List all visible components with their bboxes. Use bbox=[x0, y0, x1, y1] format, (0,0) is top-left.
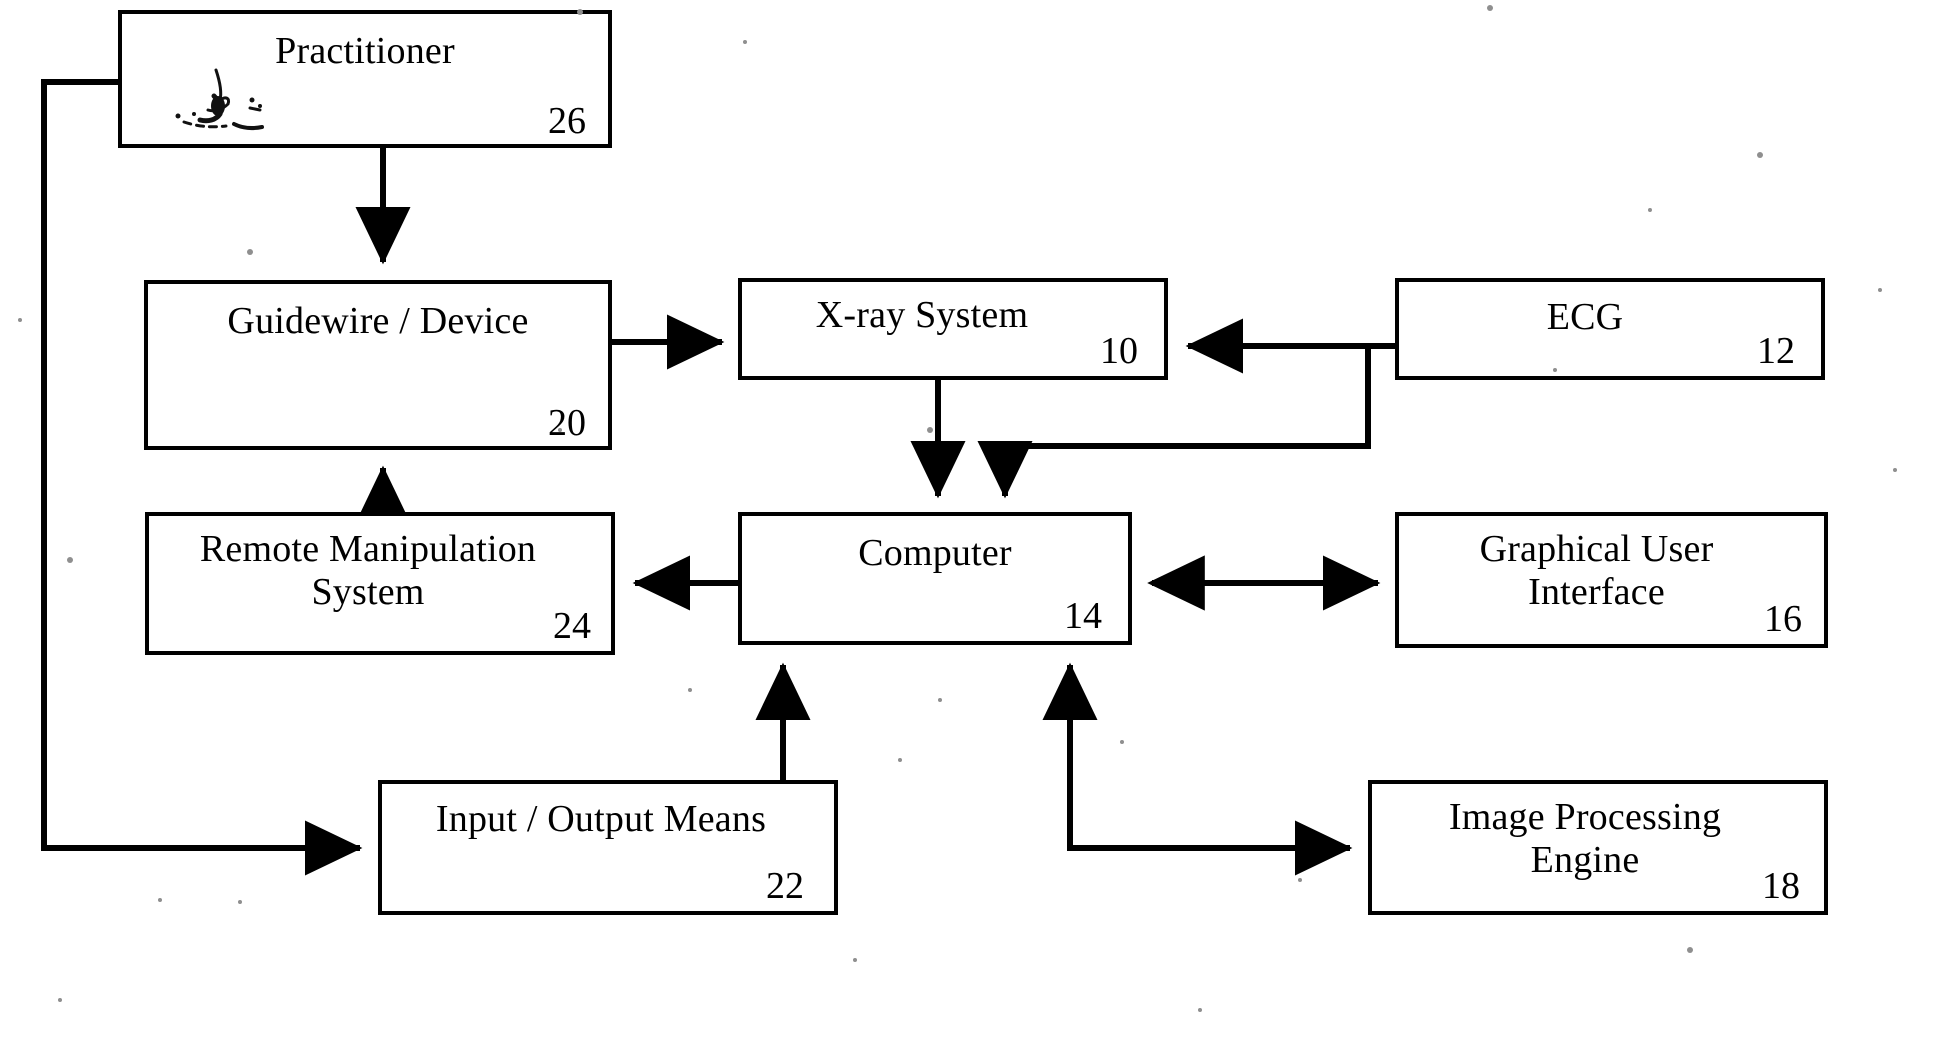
scan-speck bbox=[158, 898, 162, 902]
wire-computer-to-image-processing bbox=[1042, 662, 1353, 876]
scan-speck bbox=[58, 998, 62, 1002]
node-image-processing-engine-label: Image Processing Engine bbox=[1448, 796, 1722, 881]
ink-smudge-artifact bbox=[175, 68, 264, 130]
node-guidewire-device[interactable]: Guidewire / Device 20 bbox=[144, 280, 612, 450]
scan-speck bbox=[938, 698, 942, 702]
node-practitioner[interactable]: Practitioner 26 bbox=[118, 10, 612, 148]
scan-speck bbox=[1298, 878, 1302, 882]
node-guidewire-device-ref: 20 bbox=[548, 402, 586, 444]
scan-speck bbox=[1648, 208, 1652, 212]
patent-block-diagram: Practitioner 26 Guidewire / Device 20 X-… bbox=[0, 0, 1938, 1062]
scan-speck bbox=[927, 427, 933, 433]
node-guidewire-device-label: Guidewire / Device bbox=[227, 300, 529, 342]
node-remote-manipulation-system-ref: 24 bbox=[553, 605, 591, 647]
node-ecg-ref: 12 bbox=[1757, 330, 1795, 372]
node-practitioner-ref: 26 bbox=[548, 100, 586, 142]
scan-speck bbox=[1757, 152, 1763, 158]
scan-speck bbox=[743, 40, 747, 44]
scan-speck bbox=[853, 958, 857, 962]
node-computer-label: Computer bbox=[858, 532, 1012, 574]
node-image-processing-engine[interactable]: Image Processing Engine 18 bbox=[1368, 780, 1828, 915]
scan-speck bbox=[67, 557, 73, 563]
scan-speck bbox=[247, 249, 253, 255]
node-ecg-label: ECG bbox=[1546, 296, 1624, 338]
node-input-output-means[interactable]: Input / Output Means 22 bbox=[378, 780, 838, 915]
node-remote-manipulation-system-label: Remote Manipulation System bbox=[199, 528, 537, 613]
node-computer[interactable]: Computer 14 bbox=[738, 512, 1132, 645]
node-xray-system-label: X-ray System bbox=[815, 294, 1029, 336]
node-xray-system-ref: 10 bbox=[1100, 330, 1138, 372]
scan-speck bbox=[238, 900, 242, 904]
scan-speck bbox=[1120, 740, 1124, 744]
node-practitioner-label: Practitioner bbox=[275, 30, 455, 72]
scan-speck bbox=[1198, 1008, 1202, 1012]
scan-speck bbox=[18, 318, 22, 322]
node-xray-system[interactable]: X-ray System 10 bbox=[738, 278, 1168, 380]
node-ecg[interactable]: ECG 12 bbox=[1395, 278, 1825, 380]
scan-speck bbox=[1893, 468, 1897, 472]
node-graphical-user-interface[interactable]: Graphical User Interface 16 bbox=[1395, 512, 1828, 648]
scan-speck bbox=[688, 688, 692, 692]
scan-speck bbox=[898, 758, 902, 762]
node-graphical-user-interface-label: Graphical User Interface bbox=[1479, 528, 1714, 613]
node-image-processing-engine-ref: 18 bbox=[1762, 865, 1800, 907]
node-remote-manipulation-system[interactable]: Remote Manipulation System 24 bbox=[145, 512, 615, 655]
node-input-output-means-label: Input / Output Means bbox=[435, 798, 767, 840]
scan-speck bbox=[1878, 288, 1882, 292]
wire-practitioner-to-io-means bbox=[41, 79, 363, 876]
scan-speck bbox=[1687, 947, 1693, 953]
node-graphical-user-interface-ref: 16 bbox=[1764, 598, 1802, 640]
scan-speck bbox=[1487, 5, 1493, 11]
node-computer-ref: 14 bbox=[1064, 595, 1102, 637]
node-input-output-means-ref: 22 bbox=[766, 865, 804, 907]
